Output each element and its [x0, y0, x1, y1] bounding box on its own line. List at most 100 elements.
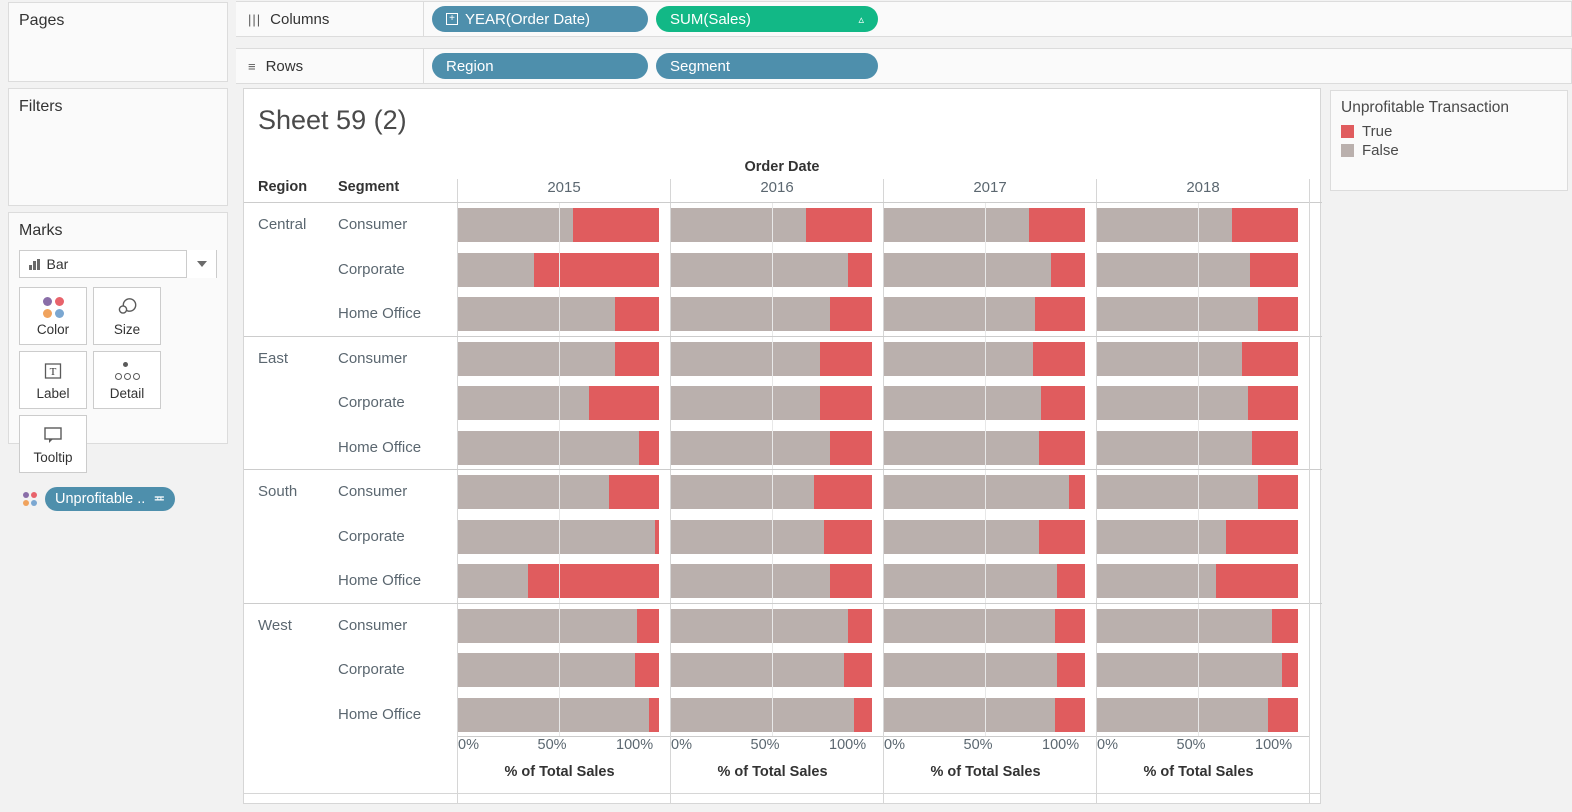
panel-divider [457, 470, 670, 603]
pill-region[interactable]: Region [432, 53, 648, 79]
panel-divider [457, 604, 670, 737]
size-button[interactable]: Size [93, 287, 161, 345]
color-button[interactable]: Color [19, 287, 87, 345]
year-header-2015[interactable]: 2015 [457, 179, 670, 202]
axis-title[interactable]: % of Total Sales [1098, 764, 1299, 780]
legend-item-false[interactable]: False [1331, 141, 1567, 160]
segment-label[interactable]: Corporate [338, 261, 405, 278]
gridline-50 [559, 337, 560, 470]
bar-chart-icon [29, 259, 40, 270]
legend-item-true[interactable]: True [1331, 122, 1567, 141]
segment-label[interactable]: Home Office [338, 706, 421, 723]
plot-right-border [1309, 179, 1310, 804]
year-header-2016[interactable]: 2016 [670, 179, 883, 202]
panel-divider [1096, 337, 1309, 470]
marks-color-pill-label: Unprofitable .. [55, 491, 145, 507]
filters-title: Filters [9, 89, 227, 120]
size-icon [116, 295, 138, 319]
panel-divider [670, 470, 883, 603]
panel-divider [883, 470, 1096, 603]
axis-tick: 50% [538, 737, 567, 753]
marks-buttons: Color Size T [19, 287, 217, 473]
marks-color-pill[interactable]: Unprofitable .. ≖ [45, 487, 175, 511]
mark-type-value: Bar [47, 256, 69, 272]
pages-card: Pages [8, 2, 228, 82]
panel-divider [1096, 203, 1309, 336]
color-button-label: Color [37, 322, 69, 337]
column-field-label: Order Date [244, 159, 1320, 175]
marks-color-pill-suffix: ≖ [153, 491, 165, 507]
chevron-down-icon[interactable] [186, 250, 216, 278]
left-sidebar: Pages Filters Marks Bar [0, 0, 236, 812]
mark-type-dropdown[interactable]: Bar [19, 250, 217, 278]
rows-label-text: Rows [266, 58, 304, 75]
axis-title[interactable]: % of Total Sales [672, 764, 873, 780]
gridline-50 [559, 470, 560, 603]
region-label-central[interactable]: Central [258, 216, 306, 233]
segment-label[interactable]: Home Office [338, 439, 421, 456]
axis-tick: 100% [616, 737, 653, 753]
segment-label[interactable]: Consumer [338, 617, 407, 634]
region-group-south: South Consumer Corporate Home Office [244, 469, 1322, 603]
region-group-central: Central Consumer Corporate Home Office [244, 202, 1322, 336]
segment-label[interactable]: Home Office [338, 572, 421, 589]
detail-button[interactable]: Detail [93, 351, 161, 409]
rows-drop-area[interactable]: Region Segment [424, 48, 1572, 84]
svg-text:T: T [50, 366, 57, 378]
mark-type-row: Bar [19, 250, 217, 278]
axis-title[interactable]: % of Total Sales [885, 764, 1086, 780]
region-label-west[interactable]: West [258, 617, 292, 634]
legend-swatch-true [1341, 125, 1354, 138]
expand-plus-icon[interactable]: + [446, 13, 458, 25]
segment-label[interactable]: Corporate [338, 394, 405, 411]
gridline-50 [985, 203, 986, 336]
detail-button-label: Detail [110, 386, 145, 401]
axis-title[interactable]: % of Total Sales [459, 764, 660, 780]
columns-icon: ||| [248, 13, 261, 26]
gridline-50 [772, 337, 773, 470]
panel-divider [1096, 604, 1309, 737]
axis-tick: 50% [751, 737, 780, 753]
pill-year-order-date[interactable]: + YEAR(Order Date) [432, 6, 648, 32]
segment-label[interactable]: Consumer [338, 350, 407, 367]
viz-panel: Sheet 59 (2) Order Date Region Segment 2… [243, 88, 1321, 804]
pages-title: Pages [9, 3, 227, 34]
gridline-50 [985, 604, 986, 737]
year-header-2017[interactable]: 2017 [883, 179, 1096, 202]
year-header-2018[interactable]: 2018 [1096, 179, 1309, 202]
segment-label[interactable]: Corporate [338, 528, 405, 545]
pill-segment[interactable]: Segment [656, 53, 878, 79]
rows-icon: ≡ [248, 60, 257, 73]
axis-tick: 100% [1255, 737, 1292, 753]
panel-divider [883, 203, 1096, 336]
tooltip-icon [42, 423, 64, 447]
panel-divider [670, 604, 883, 737]
axis-tick: 0% [1097, 737, 1118, 753]
gridline-50 [772, 604, 773, 737]
region-label-south[interactable]: South [258, 483, 297, 500]
legend-label-true: True [1362, 123, 1392, 140]
columns-label-text: Columns [270, 11, 329, 28]
panel-divider [457, 203, 670, 336]
axis-tick: 0% [458, 737, 479, 753]
pill-sum-sales[interactable]: SUM(Sales) ▵ [656, 6, 878, 32]
rows-shelf-label: ≡ Rows [236, 48, 424, 84]
tooltip-button[interactable]: Tooltip [19, 415, 87, 473]
segment-label[interactable]: Consumer [338, 483, 407, 500]
region-label-east[interactable]: East [258, 350, 288, 367]
segment-label[interactable]: Home Office [338, 305, 421, 322]
axis-tick: 0% [671, 737, 692, 753]
segment-label[interactable]: Consumer [338, 216, 407, 233]
marks-title: Marks [9, 213, 227, 244]
label-button[interactable]: T Label [19, 351, 87, 409]
color-dots-icon [43, 295, 64, 319]
segment-label[interactable]: Corporate [338, 661, 405, 678]
gridline-50 [1198, 203, 1199, 336]
pill-segment-label: Segment [670, 58, 730, 75]
gridline-50 [559, 604, 560, 737]
color-dots-icon [23, 492, 37, 506]
size-button-label: Size [114, 322, 140, 337]
panel-divider [457, 337, 670, 470]
pill-sum-sales-label: SUM(Sales) [670, 11, 751, 28]
columns-drop-area[interactable]: + YEAR(Order Date) SUM(Sales) ▵ [424, 1, 1572, 37]
